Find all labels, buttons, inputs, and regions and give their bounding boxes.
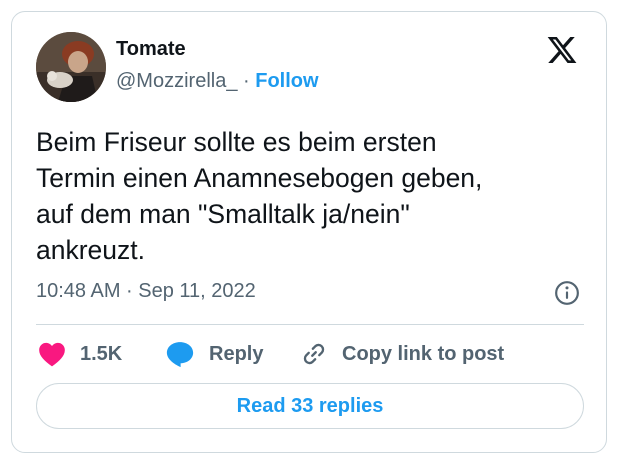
tweet-text: Beim Friseur sollte es beim ersten Termi… — [36, 127, 483, 265]
author-handle-row: @Mozzirella_ · Follow — [116, 70, 319, 93]
copy-link-label: Copy link to post — [342, 342, 505, 365]
separator-dot: · — [243, 70, 250, 92]
heart-icon — [39, 342, 65, 367]
info-icon[interactable] — [554, 280, 580, 306]
tweet-timestamp[interactable]: 10:48 AM · Sep 11, 2022 — [36, 280, 256, 303]
tweet-card: Tomate @Mozzirella_ · Follow Beim Friseu… — [11, 11, 607, 453]
author-name[interactable]: Tomate — [116, 38, 186, 61]
reply-label: Reply — [209, 342, 264, 365]
avatar-photo-icon — [36, 32, 106, 102]
x-logo-icon[interactable] — [546, 34, 578, 66]
reply-button[interactable]: Reply — [165, 339, 263, 369]
link-icon — [303, 343, 325, 365]
like-count: 1.5K — [80, 342, 123, 365]
author-handle[interactable]: @Mozzirella_ — [116, 70, 237, 92]
reply-bubble-icon — [166, 342, 194, 368]
read-replies-label: Read 33 replies — [236, 394, 384, 417]
like-button[interactable]: 1.5K — [38, 339, 122, 369]
copy-link-button[interactable]: Copy link to post — [300, 339, 504, 369]
follow-button[interactable]: Follow — [255, 70, 318, 92]
read-replies-button[interactable]: Read 33 replies — [36, 383, 584, 429]
author-avatar[interactable] — [36, 32, 106, 102]
divider — [36, 324, 584, 325]
